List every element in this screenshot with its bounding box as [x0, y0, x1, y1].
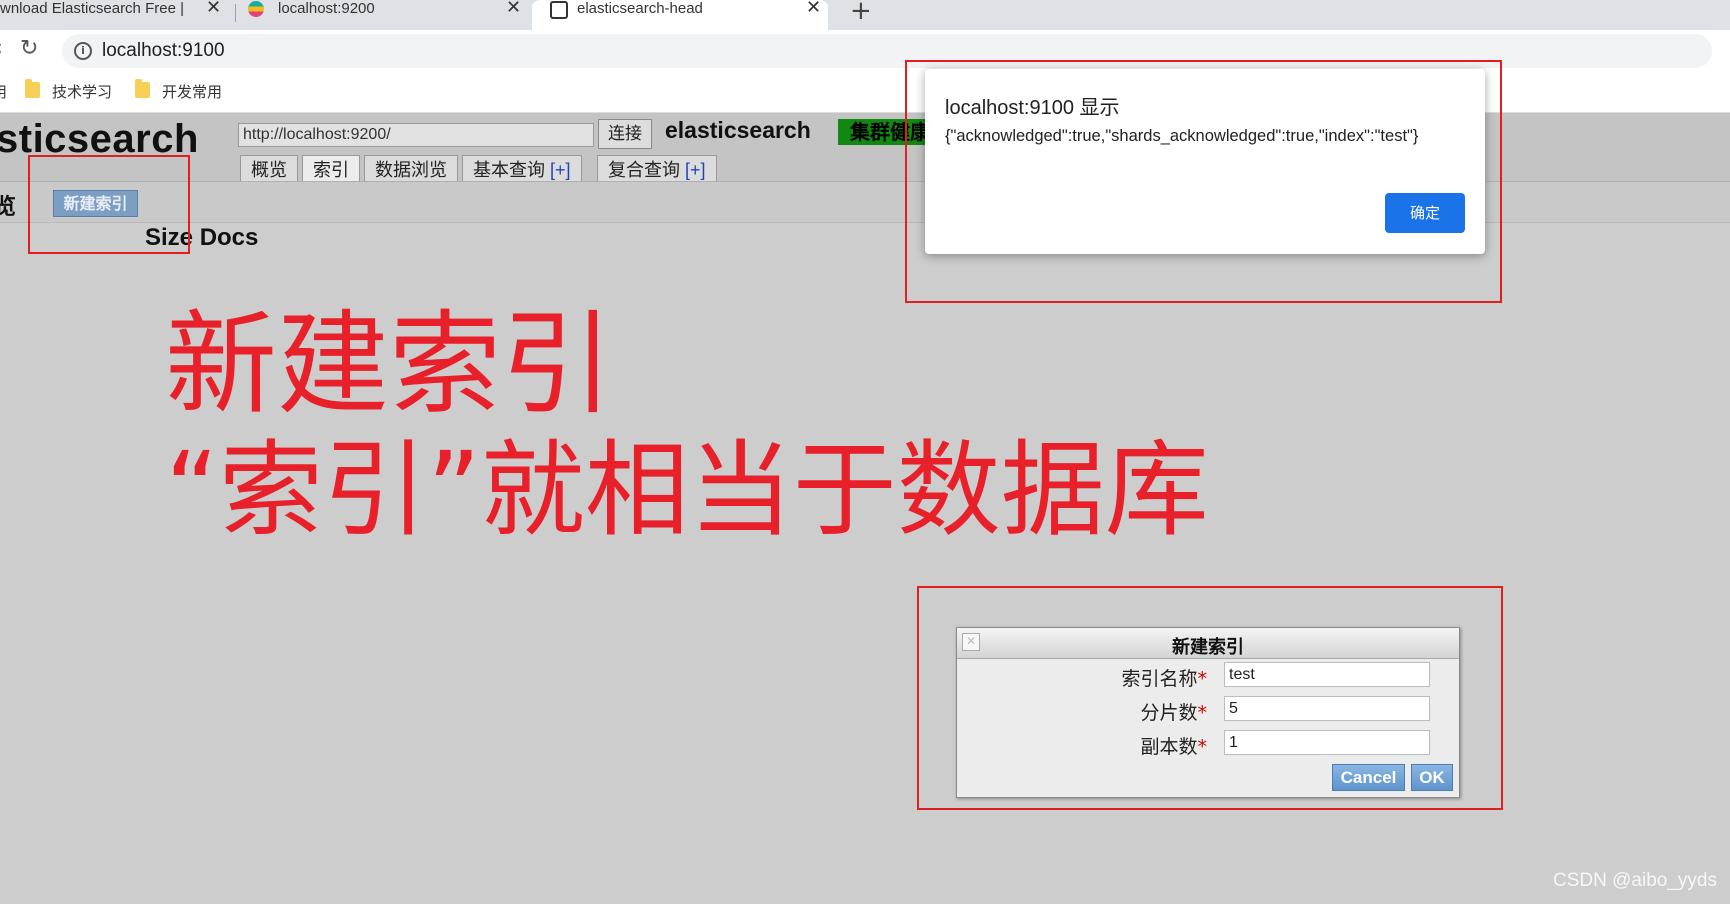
- tab-indices[interactable]: 索引: [302, 155, 360, 183]
- tab-basic-query[interactable]: 基本查询 [+]: [462, 155, 582, 183]
- replicas-input[interactable]: 1: [1224, 730, 1430, 755]
- dialog-titlebar: ✕ 新建索引: [957, 628, 1459, 659]
- alert-dialog: localhost:9100 显示 {"acknowledged":true,"…: [925, 69, 1485, 254]
- bookmark-cut[interactable]: 用: [0, 81, 7, 102]
- alert-message: {"acknowledged":true,"shards_acknowledge…: [945, 127, 1419, 145]
- index-name-input[interactable]: test: [1224, 662, 1430, 687]
- tab-label: 索引: [313, 160, 349, 180]
- alert-ok-button[interactable]: 确定: [1385, 193, 1465, 233]
- browser-tab-localhost-9200[interactable]: localhost:9200 ✕: [248, 0, 521, 30]
- cancel-button[interactable]: Cancel: [1332, 764, 1405, 791]
- shards-input[interactable]: 5: [1224, 696, 1430, 721]
- replicas-label: 副本数*: [957, 732, 1207, 759]
- tab-plus: [+]: [685, 160, 706, 180]
- annotation-subtitle: “索引”就相当于数据库: [165, 429, 1209, 551]
- tab-compound-query[interactable]: 复合查询 [+]: [597, 155, 717, 183]
- shards-label: 分片数*: [957, 698, 1207, 725]
- tab-title: localhost:9200: [278, 0, 375, 17]
- tab-title: elasticsearch-head: [577, 0, 703, 17]
- annotation-box-new-index: [28, 155, 190, 254]
- bookmark-dev-common[interactable]: 开发常用: [162, 81, 222, 102]
- field-label: 副本数: [1140, 736, 1198, 758]
- tab-label: 数据浏览: [375, 160, 447, 180]
- site-info-icon[interactable]: i: [74, 42, 92, 60]
- dialog-title: 新建索引: [1172, 637, 1244, 658]
- back-arrow-icon[interactable]: ‹: [0, 36, 3, 61]
- close-icon[interactable]: ✕: [806, 0, 821, 16]
- required-marker: *: [1197, 668, 1208, 690]
- field-label: 索引名称: [1121, 668, 1198, 690]
- bookmark-tech-study[interactable]: 技术学习: [52, 81, 112, 102]
- tab-separator: [235, 4, 236, 22]
- tab-browser[interactable]: 数据浏览: [364, 155, 458, 183]
- tab-plus: [+]: [550, 160, 571, 180]
- tab-label: 概览: [251, 160, 287, 180]
- required-marker: *: [1197, 736, 1208, 758]
- browser-tab-strip: wnload Elasticsearch Free | ✕ localhost:…: [0, 0, 1730, 30]
- tab-label: 复合查询: [608, 160, 680, 180]
- required-marker: *: [1197, 702, 1208, 724]
- watermark: CSDN @aibo_yyds: [1553, 870, 1717, 891]
- connect-button[interactable]: 连接: [598, 119, 652, 149]
- ok-button[interactable]: OK: [1411, 764, 1453, 791]
- folder-icon: [25, 79, 40, 98]
- section-label: 览: [0, 195, 17, 220]
- index-name-label: 索引名称*: [957, 664, 1207, 691]
- head-favicon-icon: [550, 1, 568, 19]
- folder-icon: [135, 79, 150, 98]
- annotation-title: 新建索引: [165, 300, 613, 430]
- close-icon[interactable]: ✕: [506, 0, 521, 16]
- tab-label: 基本查询: [473, 160, 545, 180]
- tab-overview[interactable]: 概览: [240, 155, 298, 183]
- alert-title: localhost:9100 显示: [945, 97, 1120, 119]
- reload-icon[interactable]: ↻: [20, 36, 38, 61]
- browser-tab-download[interactable]: wnload Elasticsearch Free | ✕: [0, 0, 230, 30]
- field-label: 分片数: [1140, 702, 1198, 724]
- cluster-name: elasticsearch: [665, 117, 811, 143]
- close-icon[interactable]: ✕: [206, 0, 221, 16]
- create-index-dialog: ✕ 新建索引 索引名称* test 分片数* 5 副本数* 1 Cancel O…: [956, 627, 1460, 798]
- address-text[interactable]: localhost:9100: [102, 40, 225, 62]
- tab-title: wnload Elasticsearch Free |: [0, 0, 184, 17]
- browser-tab-elasticsearch-head[interactable]: elasticsearch-head ✕: [532, 0, 828, 30]
- cluster-url-input[interactable]: http://localhost:9200/: [238, 123, 594, 147]
- elastic-favicon-icon: [248, 1, 264, 17]
- new-tab-button[interactable]: +: [850, 0, 872, 26]
